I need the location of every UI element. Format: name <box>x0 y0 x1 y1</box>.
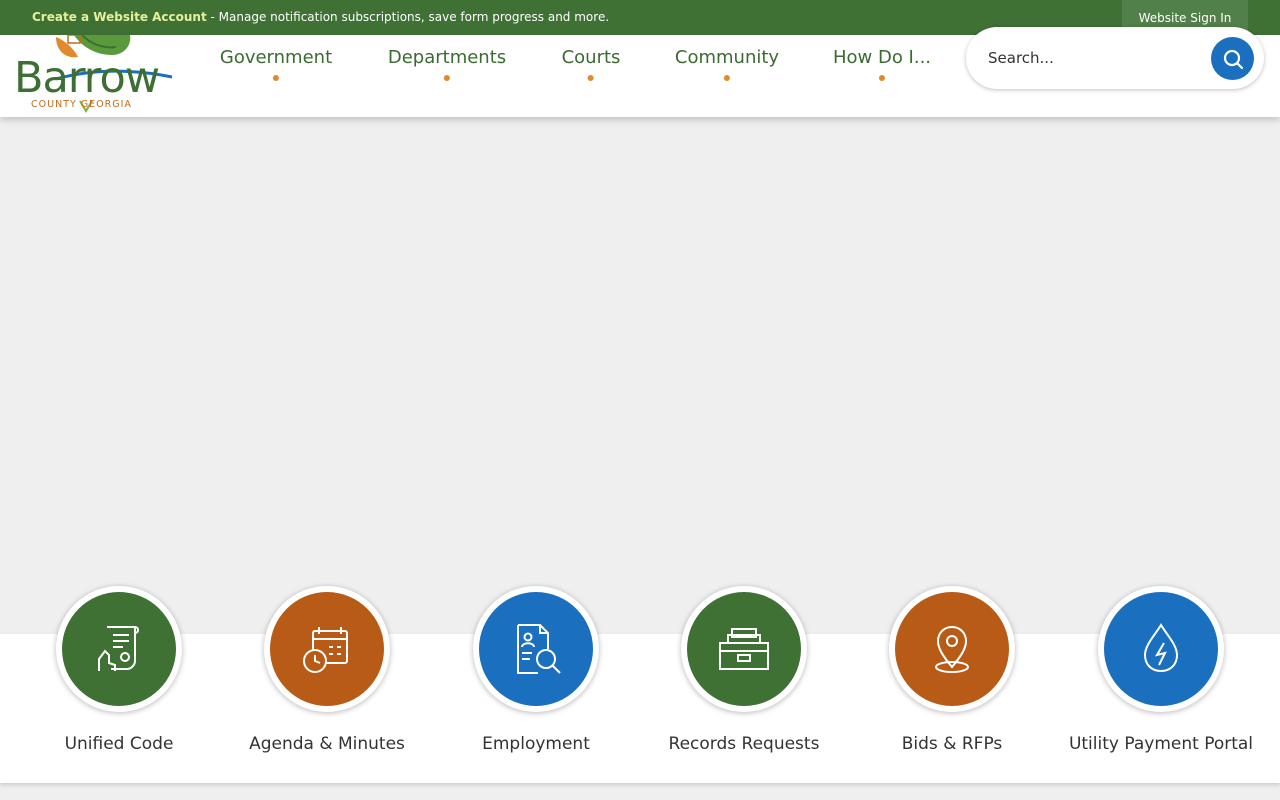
nav-departments[interactable]: Departments <box>388 47 506 81</box>
nav-dropdown-dot-icon <box>879 75 885 81</box>
nav-dropdown-dot-icon <box>444 75 450 81</box>
notification-message: Create a Website Account - Manage notifi… <box>32 10 609 24</box>
nav-dropdown-dot-icon <box>587 75 594 81</box>
quicklink-employment[interactable]: Employment <box>431 586 641 754</box>
quicklink-label: Employment <box>482 734 590 754</box>
logo-wordmark: Barrow <box>14 53 160 103</box>
document-search-icon <box>517 624 561 674</box>
quicklink-label: Unified Code <box>64 734 174 754</box>
quicklink-ring <box>889 586 1015 712</box>
search-box <box>966 27 1264 89</box>
search-input[interactable] <box>988 41 1203 75</box>
file-cabinet-icon <box>719 628 769 670</box>
nav-label: Community <box>674 47 780 68</box>
quicklink-circle <box>270 592 384 706</box>
map-pin-icon <box>935 625 969 673</box>
create-account-link[interactable]: Create a Website Account <box>32 10 207 24</box>
nav-label: How Do I... <box>832 47 932 68</box>
search-button[interactable] <box>1211 37 1254 80</box>
nav-government[interactable]: Government <box>220 47 332 81</box>
quicklink-utility-payment-portal[interactable]: Utility Payment Portal <box>1056 586 1266 754</box>
quicklink-circle <box>479 592 593 706</box>
quicklink-ring <box>1098 586 1224 712</box>
quicklink-ring <box>264 586 390 712</box>
notification-text: - Manage notification subscriptions, sav… <box>206 10 610 24</box>
site-header: Barrow COUNTY GEORGIA Government Departm… <box>0 27 1280 117</box>
logo-subtitle: COUNTY GEORGIA <box>31 99 132 110</box>
quicklink-bids-rfps[interactable]: Bids & RFPs <box>847 586 1057 754</box>
water-drop-bolt-icon <box>1143 623 1179 673</box>
quicklink-records-requests[interactable]: Records Requests <box>639 586 849 754</box>
nav-dropdown-dot-icon <box>272 75 279 81</box>
quicklink-circle <box>687 592 801 706</box>
quicklink-unified-code[interactable]: Unified Code <box>14 586 224 754</box>
quicklink-label: Agenda & Minutes <box>249 734 405 754</box>
nav-courts[interactable]: Courts <box>561 47 621 81</box>
search-icon <box>1223 49 1243 69</box>
quicklink-ring <box>473 586 599 712</box>
nav-community[interactable]: Community <box>675 47 779 81</box>
nav-label: Government <box>219 47 333 68</box>
barrow-county-logo[interactable]: Barrow COUNTY GEORGIA <box>12 35 178 113</box>
quicklink-circle <box>62 592 176 706</box>
calendar-clock-icon <box>303 627 348 673</box>
quicklink-agenda-minutes[interactable]: Agenda & Minutes <box>222 586 432 754</box>
nav-label: Courts <box>561 47 621 68</box>
nav-label: Departments <box>387 47 507 68</box>
nav-how-do-i[interactable]: How Do I... <box>833 47 931 81</box>
quicklink-circle <box>895 592 1009 706</box>
nav-dropdown-dot-icon <box>724 75 730 81</box>
quicklink-ring <box>681 586 807 712</box>
document-hand-gear-icon <box>98 626 139 671</box>
quicklink-label: Bids & RFPs <box>901 734 1003 754</box>
quicklink-label: Records Requests <box>668 734 820 754</box>
quicklink-circle <box>1104 592 1218 706</box>
quicklink-ring <box>56 586 182 712</box>
quicklink-label: Utility Payment Portal <box>1068 734 1254 754</box>
